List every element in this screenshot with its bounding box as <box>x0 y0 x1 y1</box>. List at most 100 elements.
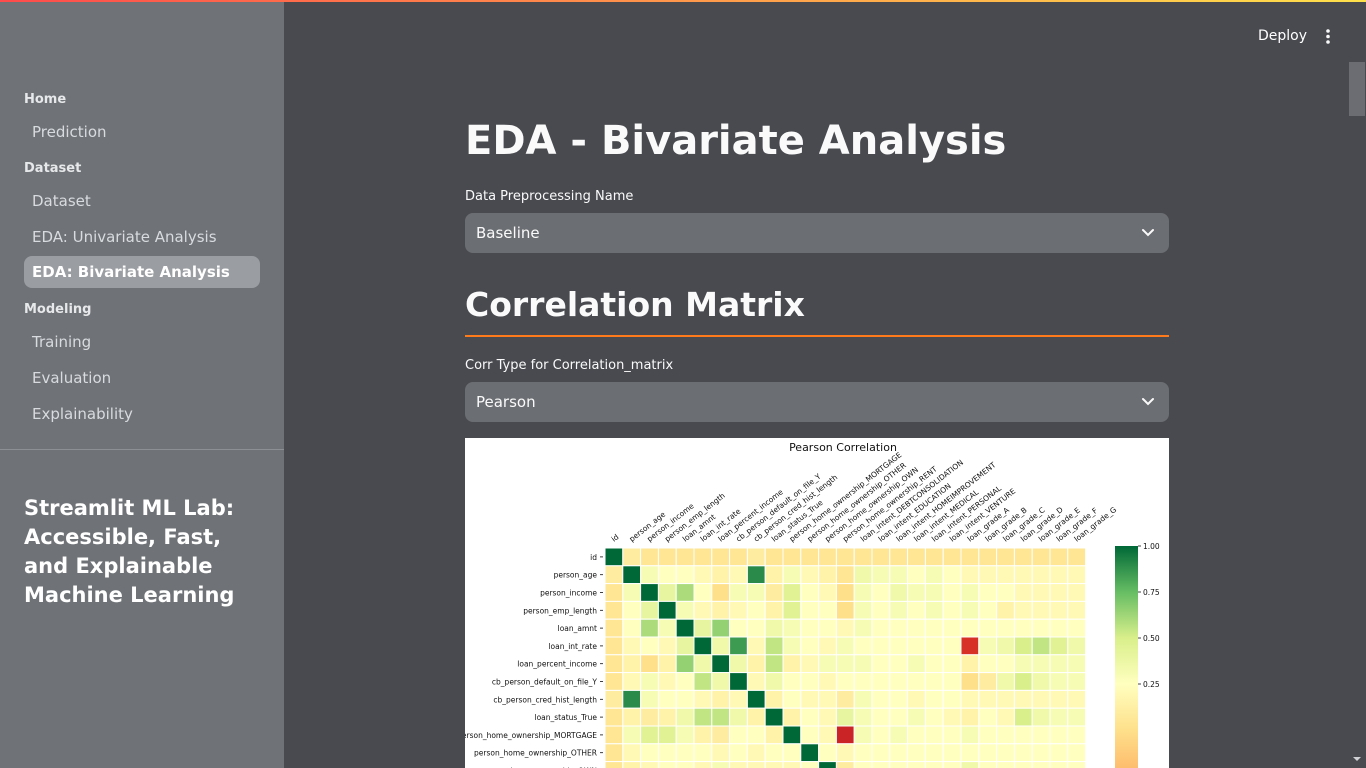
sidebar-item-explainability[interactable]: Explainability <box>24 398 260 430</box>
heatmap-cell <box>764 618 784 638</box>
heatmap-cell <box>924 600 944 620</box>
heatmap-cell <box>746 600 766 620</box>
heatmap-cell <box>835 725 855 745</box>
heatmap-cell <box>711 689 731 709</box>
corr-type-select[interactable]: Pearson <box>465 382 1169 422</box>
heatmap-cell <box>907 743 926 763</box>
sidebar-item-eda-bivariate[interactable]: EDA: Bivariate Analysis <box>24 256 260 288</box>
heatmap-cell <box>604 547 624 567</box>
heatmap-cell <box>853 565 873 585</box>
heatmap-cell <box>889 600 909 620</box>
heatmap-cell <box>996 600 1015 620</box>
corr-type-select-value: Pearson <box>476 393 536 411</box>
heatmap-cell <box>782 689 802 709</box>
heatmap-cell <box>889 654 909 674</box>
heatmap-cell <box>889 689 909 709</box>
heatmap-cell <box>907 689 926 709</box>
scroll-down-arrow-icon[interactable] <box>1352 754 1362 764</box>
heatmap-cell <box>657 565 677 585</box>
row-label-loan_status_True: loan_status_True <box>535 713 598 722</box>
deploy-button[interactable]: Deploy <box>1248 24 1317 50</box>
col-label-id: id <box>610 532 621 543</box>
heatmap-cell <box>907 636 926 656</box>
heatmap-cell <box>1049 547 1069 567</box>
heatmap-cell <box>1031 565 1051 585</box>
heatmap-cell <box>1013 547 1033 567</box>
sidebar-item-prediction[interactable]: Prediction <box>24 116 260 148</box>
heatmap-cell <box>907 547 926 567</box>
heatmap-cell <box>960 725 980 745</box>
heatmap-cell <box>622 654 642 674</box>
heatmap-cell <box>835 547 855 567</box>
heatmap-cell <box>693 743 713 763</box>
heatmap-cell <box>675 636 695 656</box>
heatmap-cell <box>604 600 624 620</box>
heatmap-cell <box>675 725 695 745</box>
heatmap-cell <box>764 725 784 745</box>
heatmap-cell <box>978 689 998 709</box>
heatmap-cell <box>657 636 677 656</box>
heatmap-cell <box>800 636 820 656</box>
heatmap-cell <box>942 565 962 585</box>
heatmap-cell <box>942 725 962 745</box>
heatmap-cell <box>907 672 926 691</box>
corr-type-label: Corr Type for Correlation_matrix <box>465 358 674 373</box>
heatmap-cell <box>764 636 784 656</box>
heatmap-cell <box>693 725 713 745</box>
heatmap-cell <box>942 761 962 768</box>
heatmap-cell <box>729 761 748 768</box>
heatmap-cell <box>996 636 1015 656</box>
heatmap-cell <box>693 636 713 656</box>
row-label-person_age: person_age <box>554 571 598 580</box>
sidebar-item-evaluation[interactable]: Evaluation <box>24 362 260 394</box>
heatmap-cell <box>693 565 713 585</box>
sidebar-item-training[interactable]: Training <box>24 326 260 358</box>
heatmap-cell <box>924 547 944 567</box>
heatmap-cell <box>640 636 659 656</box>
heatmap-cell <box>960 565 980 585</box>
heatmap-cell <box>746 618 766 638</box>
heatmap-cell <box>996 672 1015 691</box>
heatmap-cell <box>853 583 873 602</box>
heatmap-cell <box>835 761 855 768</box>
heatmap-cell <box>1067 689 1087 709</box>
heatmap-cell <box>693 707 713 727</box>
heatmap-cell <box>800 672 820 691</box>
heatmap-cell <box>675 672 695 691</box>
sidebar-item-dataset[interactable]: Dataset <box>24 185 260 217</box>
heatmap-cell <box>604 672 624 691</box>
heatmap-cell <box>871 547 891 567</box>
heatmap-cell <box>960 707 980 727</box>
heatmap-cell <box>1049 689 1069 709</box>
heatmap-cell <box>818 600 837 620</box>
heatmap-cell <box>764 565 784 585</box>
row-label-loan_int_rate: loan_int_rate <box>548 642 597 651</box>
heatmap-cell <box>693 654 713 674</box>
heatmap-cell <box>640 583 659 602</box>
row-label-cb_person_cred_hist_length: cb_person_cred_hist_length <box>493 695 597 704</box>
heatmap-cell <box>889 583 909 602</box>
sidebar-item-eda-univariate[interactable]: EDA: Univariate Analysis <box>24 221 260 253</box>
heatmap-cell <box>800 600 820 620</box>
heatmap-cell <box>942 743 962 763</box>
heatmap-cell <box>675 547 695 567</box>
heatmap-cell <box>782 707 802 727</box>
scrollbar-thumb[interactable] <box>1349 62 1365 116</box>
heatmap-cell <box>924 636 944 656</box>
heatmap-cell <box>657 547 677 567</box>
heatmap-cell <box>729 672 748 691</box>
preprocessing-select[interactable]: Baseline <box>465 213 1169 253</box>
heatmap-cell <box>996 725 1015 745</box>
heatmap-cell <box>693 618 713 638</box>
scrollbar[interactable] <box>1349 62 1366 768</box>
vertical-dots-icon[interactable] <box>1318 24 1338 50</box>
heatmap-cell <box>942 547 962 567</box>
chart-title: Pearson Correlation <box>789 441 897 454</box>
heatmap-cell <box>604 565 624 585</box>
heatmap-cell <box>978 707 998 727</box>
heatmap-cell <box>1049 618 1069 638</box>
heatmap-cell <box>764 672 784 691</box>
heatmap-cell <box>782 583 802 602</box>
heatmap-cell <box>640 618 659 638</box>
heatmap-cell <box>1013 672 1033 691</box>
